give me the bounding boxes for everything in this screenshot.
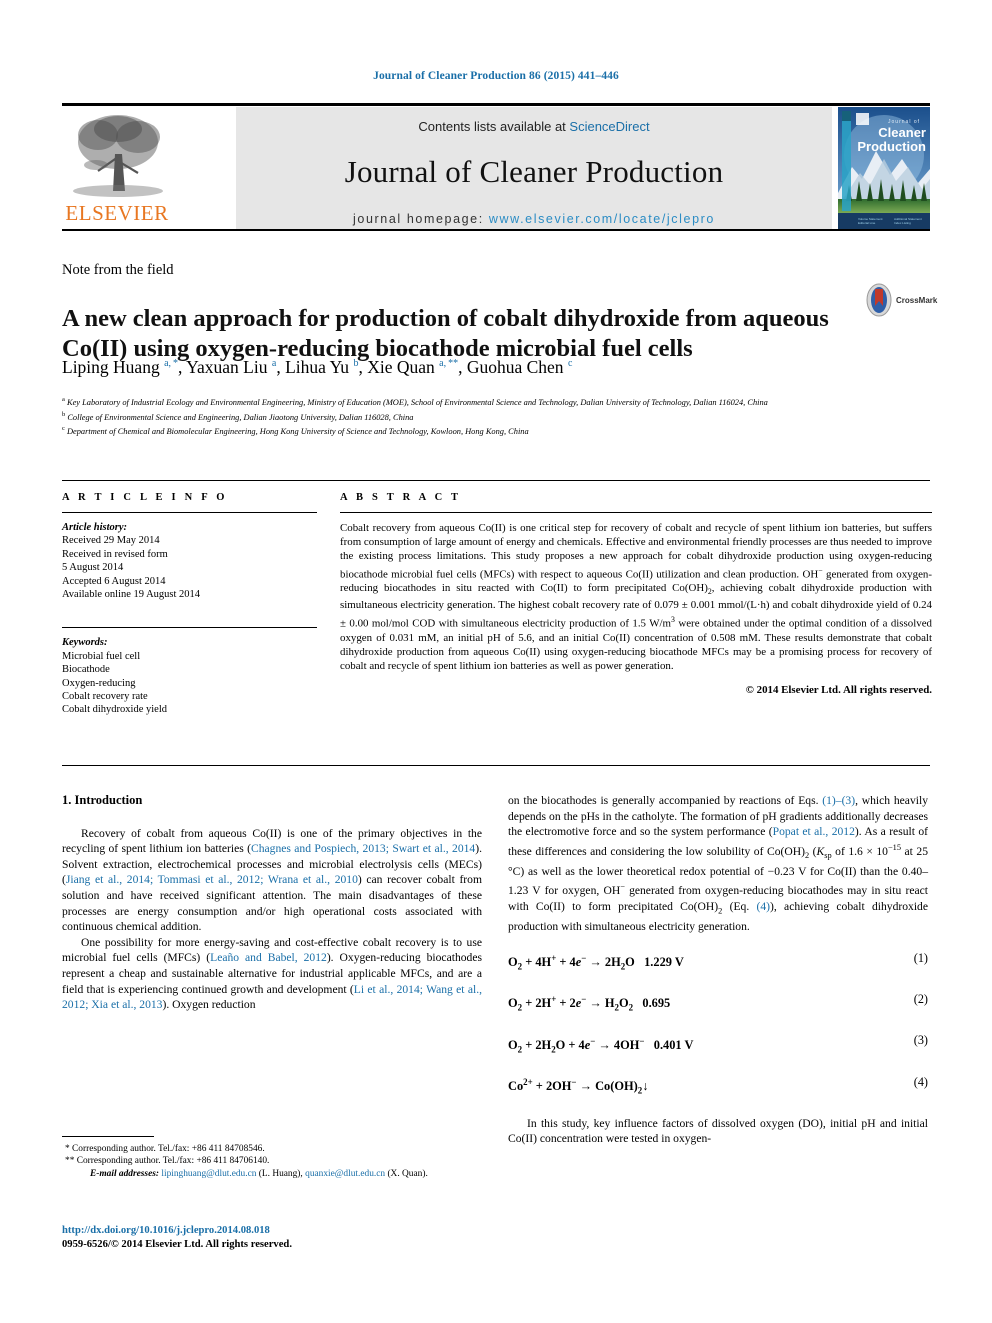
intro-paragraph-1: Recovery of cobalt from aqueous Co(II) i… — [62, 826, 482, 934]
body-column-right: on the biocathodes is generally accompan… — [508, 793, 928, 1147]
svg-text:Production: Production — [857, 139, 926, 154]
abstract-heading: A B S T R A C T — [340, 492, 462, 503]
equation: O2 + 2H2O + 4e− → 4OH− 0.401 V (3) — [508, 1033, 928, 1057]
email-link-2[interactable]: quanxie@dlut.edu.cn — [305, 1169, 385, 1179]
equation-body: O2 + 4H+ + 4e− → 2H2O 1.229 V — [508, 953, 684, 972]
elsevier-wordmark: ELSEVIER — [65, 201, 169, 225]
crossmark-badge[interactable]: CrossMark — [866, 283, 938, 323]
abstract-rule — [340, 512, 932, 513]
email-link-1[interactable]: lipinghuang@dlut.edu.cn — [161, 1169, 256, 1179]
crossmark-label: CrossMark — [896, 296, 938, 305]
journal-masthead: ELSEVIER Contents lists available at Sci… — [62, 103, 930, 231]
section-heading-introduction: 1. Introduction — [62, 793, 143, 807]
contents-prefix: Contents lists available at — [418, 119, 570, 134]
equation-body: O2 + 2H+ + 2e− → H2O2 0.695 — [508, 994, 671, 1013]
elsevier-logo: ELSEVIER — [62, 107, 172, 229]
equation: Co2+ + 2OH− → Co(OH)2↓ (4) — [508, 1075, 928, 1099]
crossmark-icon — [866, 283, 892, 317]
elsevier-tree-icon — [73, 115, 163, 197]
abstract-block-top-rule — [62, 480, 930, 481]
keywords-items: Microbial fuel cell Biocathode Oxygen-redu… — [62, 650, 317, 717]
journal-cover-image: Journal of Cleaner Production Volume Sta… — [838, 107, 930, 229]
abstract-copyright: © 2014 Elsevier Ltd. All rights reserved… — [745, 684, 932, 697]
contents-list-line: Contents lists available at ScienceDirec… — [236, 119, 832, 134]
journal-title: Journal of Cleaner Production — [344, 154, 724, 189]
footnote-emails: E-mail addresses: lipinghuang@dlut.edu.c… — [62, 1168, 482, 1180]
abstract-block-bottom-rule — [62, 765, 930, 766]
footnote-rule — [62, 1136, 154, 1137]
journal-band: Contents lists available at ScienceDirec… — [236, 107, 832, 229]
keyword-item: Cobalt recovery rate — [62, 691, 148, 703]
keywords-rule — [62, 627, 317, 629]
article-history: Article history: Received 29 May 2014 Rec… — [62, 521, 317, 601]
keywords-block: Keywords: Microbial fuel cell Biocathode O… — [62, 627, 317, 716]
article-info-panel: A R T I C L E I N F O Article history: R… — [62, 492, 317, 717]
running-head: Journal of Cleaner Production 86 (2015) … — [373, 70, 619, 82]
article-history-label: Article history: — [62, 522, 128, 533]
equation-number: (1) — [913, 951, 928, 966]
article-history-item: Received 29 May 2014 — [62, 535, 160, 547]
equation-number: (3) — [913, 1033, 928, 1048]
intro-paragraph-2: One possibility for more energy-saving a… — [62, 935, 482, 1012]
svg-text:Index Listing: Index Listing — [894, 221, 911, 225]
masthead-top-rule — [62, 103, 930, 106]
affiliation-item: b College of Environmental Science and E… — [62, 410, 414, 422]
affiliation-item: c Department of Chemical and Biomolecula… — [62, 425, 529, 436]
article-history-item: Available online 19 August 2014 — [62, 589, 201, 601]
article-info-heading: A R T I C L E I N F O — [62, 492, 228, 503]
issn-copyright-line: 0959-6526/© 2014 Elsevier Ltd. All right… — [62, 1239, 292, 1250]
footnote-corresponding-1: * Corresponding author. Tel./fax: +86 41… — [65, 1144, 265, 1154]
footnote-block: * Corresponding author. Tel./fax: +86 41… — [62, 1143, 482, 1180]
masthead-bottom-rule — [62, 229, 930, 231]
equation-body: Co2+ + 2OH− → Co(OH)2↓ — [508, 1076, 649, 1096]
equation-number: (2) — [913, 992, 928, 1007]
equation-number: (4) — [913, 1074, 928, 1089]
equation-body: O2 + 2H2O + 4e− → 4OH− 0.401 V — [508, 1035, 694, 1055]
article-history-item: 5 August 2014 — [62, 562, 124, 574]
email-owner-2: (X. Quan). — [387, 1168, 428, 1179]
footnote-corresponding-2: ** Corresponding author. Tel./fax: +86 4… — [65, 1156, 270, 1167]
homepage-prefix: journal homepage: — [353, 212, 489, 226]
keyword-item: Oxygen-reducing — [62, 677, 136, 689]
abstract-body: Cobalt recovery from aqueous Co(II) is o… — [340, 522, 932, 672]
affiliation-list: a Key Laboratory of Industrial Ecology a… — [62, 394, 932, 438]
article-history-item: Accepted 6 August 2014 — [62, 575, 166, 587]
journal-cover-art: Journal of Cleaner Production Volume Sta… — [838, 107, 930, 229]
keyword-item: Microbial fuel cell — [62, 650, 141, 662]
equation-list: O2 + 4H+ + 4e− → 2H2O 1.229 V (1) O2 + 2H+… — [508, 951, 928, 1099]
right-paragraph-2: In this study, key influence factors of … — [508, 1116, 928, 1146]
equation: O2 + 4H+ + 4e− → 2H2O 1.229 V (1) — [508, 951, 928, 975]
email-owner-1: (L. Huang), — [258, 1168, 303, 1179]
doi-link[interactable]: http://dx.doi.org/10.1016/j.jclepro.2014… — [62, 1224, 482, 1238]
author-list: Liping Huang a, *, Yaxuan Liu a, Lihua Y… — [62, 357, 573, 377]
keywords-label: Keywords: — [62, 637, 108, 649]
article-type: Note from the field — [62, 262, 174, 278]
svg-text:Cleaner: Cleaner — [878, 125, 926, 140]
paper-page: Journal of Cleaner Production 86 (2015) … — [0, 0, 992, 1323]
article-history-item: Received in revised form — [62, 548, 168, 560]
svg-text:Editorial Line: Editorial Line — [858, 221, 876, 225]
body-column-left: 1. Introduction Recovery of cobalt from … — [62, 793, 482, 1013]
keyword-item: Biocathode — [62, 664, 110, 676]
journal-homepage-line: journal homepage: www.elsevier.com/locat… — [236, 212, 832, 226]
doi-block: http://dx.doi.org/10.1016/j.jclepro.2014… — [62, 1224, 482, 1252]
sciencedirect-link[interactable]: ScienceDirect — [569, 119, 649, 134]
article-history-items: Received 29 May 2014 Received in revised … — [62, 534, 317, 601]
keyword-item: Cobalt dihydroxide yield — [62, 704, 167, 716]
page-title: A new clean approach for production of c… — [62, 305, 829, 363]
article-info-rule — [62, 512, 317, 513]
email-addresses-label: E-mail addresses: — [90, 1168, 160, 1179]
abstract-panel: A B S T R A C T Cobalt recovery from aqu… — [340, 492, 932, 696]
journal-homepage-link[interactable]: www.elsevier.com/locate/jclepro — [489, 212, 715, 226]
right-paragraph-1: on the biocathodes is generally accompan… — [508, 794, 928, 933]
affiliation-item: a Key Laboratory of Industrial Ecology a… — [62, 396, 768, 407]
equation: O2 + 2H+ + 2e− → H2O2 0.695 (2) — [508, 992, 928, 1016]
